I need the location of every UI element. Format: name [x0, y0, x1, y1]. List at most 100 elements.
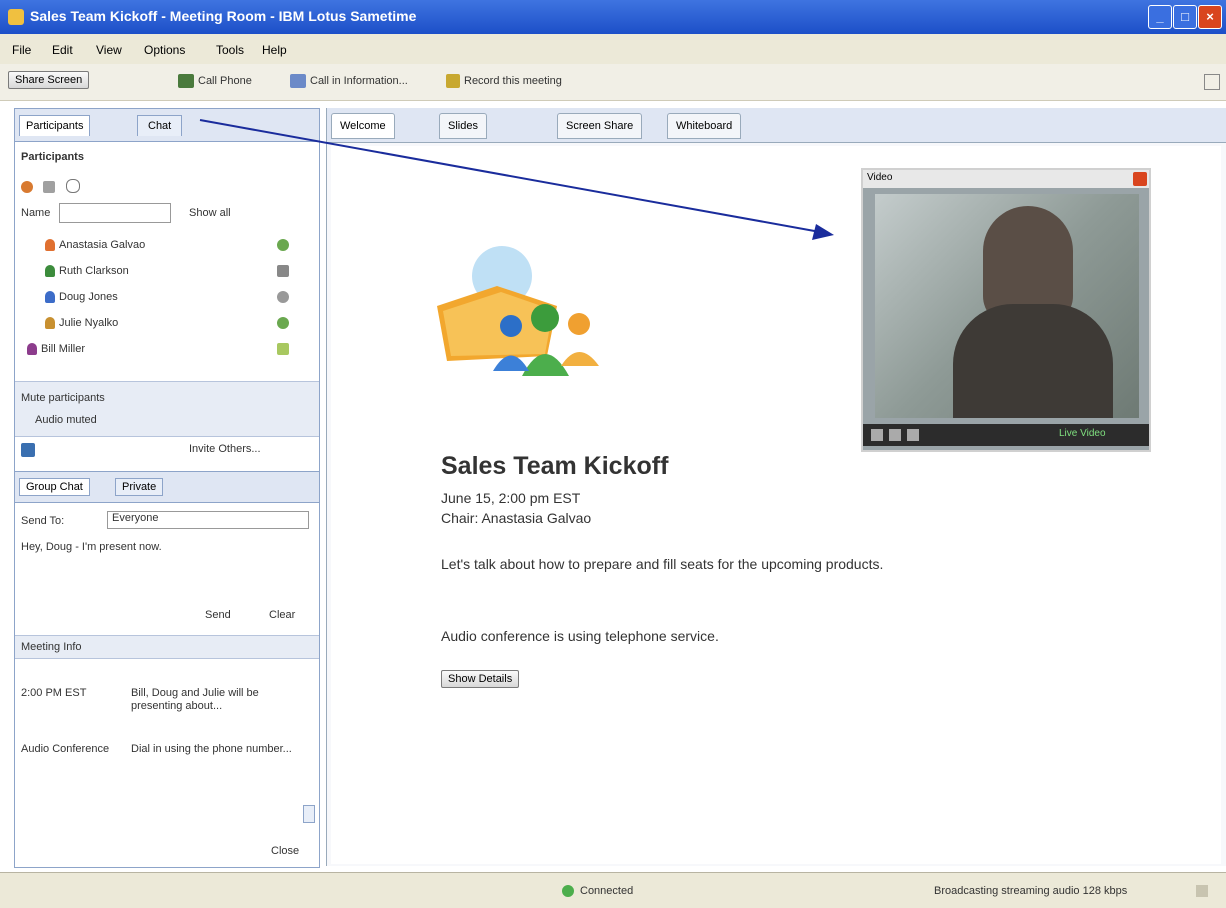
phone-icon	[178, 74, 194, 88]
video-controls: Live Video	[863, 424, 1149, 446]
tab-chat[interactable]: Chat	[137, 115, 183, 136]
menu-view[interactable]: View	[96, 43, 122, 57]
minimize-button[interactable]: _	[1148, 5, 1172, 29]
mute-label: Mute participants	[21, 392, 105, 404]
sidebar: Participants Chat Participants Name Show…	[14, 108, 320, 868]
participants-header: Participants	[21, 151, 84, 163]
maximize-button[interactable]: □	[1173, 5, 1197, 29]
audio-text: Audio conference is using telephone serv…	[441, 628, 719, 644]
sidebar-tabs: Participants Chat	[15, 109, 319, 142]
meeting-chair: Chair: Anastasia Galvao	[441, 510, 592, 526]
meeting-description: Let's talk about how to prepare and fill…	[441, 556, 884, 572]
scroll-up-icon[interactable]	[303, 805, 315, 823]
call-phone-button[interactable]: Call Phone	[198, 75, 252, 87]
mute-section: Mute participants Audio muted	[15, 381, 319, 437]
video-settings-icon[interactable]	[907, 429, 919, 441]
chat-clear-button[interactable]: Clear	[269, 609, 295, 621]
send-to-select[interactable]: Everyone	[107, 511, 309, 529]
tab-whiteboard[interactable]: Whiteboard	[667, 113, 742, 139]
info-icon	[290, 74, 306, 88]
add-person-icon[interactable]	[21, 181, 33, 193]
status-bar: Connected Broadcasting streaming audio 1…	[0, 872, 1226, 908]
main-tabs: Welcome Slides Screen Share Whiteboard	[327, 108, 1226, 143]
list-item[interactable]: Julie Nyalko	[45, 317, 305, 330]
meeting-title: Sales Team Kickoff	[441, 452, 669, 480]
audio-icon	[277, 343, 289, 355]
welcome-content: Sales Team Kickoff June 15, 2:00 pm EST …	[331, 146, 1221, 864]
show-details-button[interactable]: Show Details	[441, 670, 520, 688]
view-select[interactable]: Show all	[189, 207, 231, 219]
close-button[interactable]: ×	[1198, 5, 1222, 29]
tab-group-chat[interactable]: Group Chat	[19, 478, 90, 496]
sort-select[interactable]	[59, 203, 171, 223]
person-head	[531, 304, 559, 332]
tab-slides[interactable]: Slides	[439, 113, 487, 139]
person-icon	[45, 265, 55, 278]
person-icon	[45, 291, 55, 304]
list-item[interactable]: Bill Miller	[27, 343, 305, 356]
participant-tools	[21, 179, 80, 198]
video-title: Video	[867, 172, 893, 183]
person-head-blue	[500, 315, 522, 337]
tab-welcome[interactable]: Welcome	[331, 113, 395, 139]
audio-icon	[277, 317, 289, 329]
app-icon	[8, 9, 24, 25]
status-left: Connected	[580, 885, 634, 897]
person-torso	[953, 304, 1113, 418]
tab-screen-share[interactable]: Screen Share	[557, 113, 643, 139]
person-icon	[45, 317, 55, 330]
menu-edit[interactable]: Edit	[52, 43, 73, 57]
record-icon	[446, 74, 460, 88]
video-close-icon[interactable]	[1133, 172, 1147, 186]
settings-icon[interactable]	[65, 179, 80, 193]
info-row-label: Audio Conference	[21, 743, 110, 755]
info-row-value: Dial in using the phone number...	[131, 743, 292, 755]
audio-icon	[277, 239, 289, 251]
resize-grip-icon[interactable]	[1196, 885, 1208, 897]
list-item[interactable]: Doug Jones	[45, 291, 305, 304]
video-feed	[875, 194, 1139, 418]
meeting-date: June 15, 2:00 pm EST	[441, 490, 581, 506]
sort-label: Name	[21, 207, 51, 219]
tab-participants[interactable]: Participants	[19, 115, 91, 136]
menu-tools[interactable]: Tools	[216, 43, 244, 57]
meeting-logo	[437, 246, 599, 376]
chat-tabs: Group Chat Private	[15, 471, 319, 503]
raise-hand-icon[interactable]	[43, 181, 56, 193]
chat-message: Hey, Doug - I'm present now.	[21, 541, 162, 553]
connection-icon	[562, 885, 574, 897]
save-icon[interactable]	[21, 443, 35, 457]
list-item[interactable]: Anastasia Galvao	[45, 239, 305, 252]
toolbar: Share Screen Call Phone Call in Informat…	[0, 64, 1226, 101]
toolbar-menu-icon[interactable]	[1204, 74, 1220, 90]
info-row-value: Bill, Doug and Julie will be presenting …	[131, 687, 259, 712]
person-head-orange	[568, 313, 590, 335]
meeting-info-header: Meeting Info	[15, 635, 319, 659]
status-right: Broadcasting streaming audio 128 kbps	[934, 885, 1128, 897]
video-play-icon[interactable]	[871, 429, 883, 441]
call-in-info-button[interactable]: Call in Information...	[310, 75, 408, 87]
send-button[interactable]: Send	[205, 609, 231, 621]
invite-others-button[interactable]: Invite Others...	[189, 443, 261, 455]
mute-value: Audio muted	[35, 414, 97, 426]
record-button[interactable]: Record this meeting	[464, 75, 562, 87]
audio-icon	[277, 265, 289, 277]
main-panel: Welcome Slides Screen Share Whiteboard S…	[326, 108, 1226, 866]
info-row-label: 2:00 PM EST	[21, 687, 87, 699]
list-item[interactable]: Ruth Clarkson	[45, 265, 305, 278]
menu-options[interactable]: Options	[144, 43, 185, 57]
window-title: Sales Team Kickoff - Meeting Room - IBM …	[30, 8, 417, 24]
video-titlebar: Video	[863, 170, 1149, 188]
tab-private-chat[interactable]: Private	[115, 478, 164, 496]
video-status: Live Video	[1059, 428, 1106, 439]
audio-icon	[277, 291, 289, 303]
person-icon	[45, 239, 55, 252]
person-icon	[27, 343, 37, 356]
send-to-label: Send To:	[21, 515, 65, 527]
video-window: Video Live Video	[861, 168, 1151, 452]
menu-help[interactable]: Help	[262, 43, 287, 57]
info-close-button[interactable]: Close	[271, 845, 299, 857]
video-pause-icon[interactable]	[889, 429, 901, 441]
share-screen-button[interactable]: Share Screen	[8, 71, 90, 89]
menu-file[interactable]: File	[12, 43, 31, 57]
